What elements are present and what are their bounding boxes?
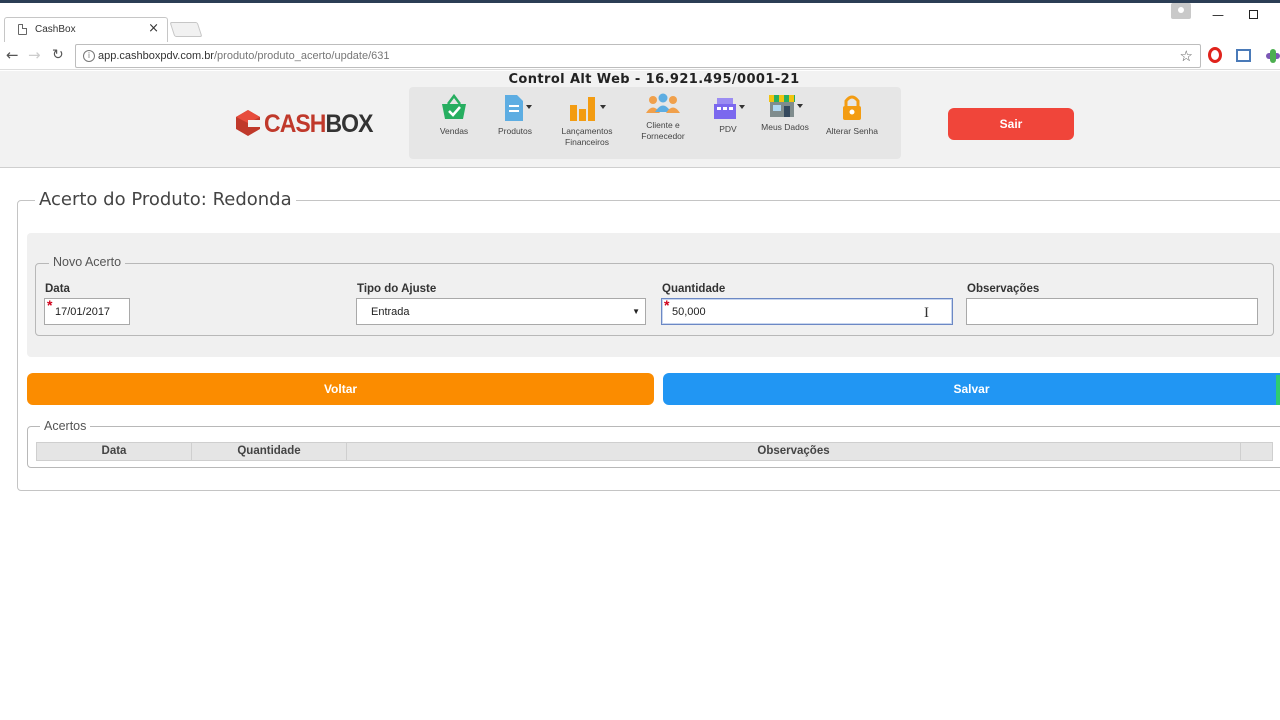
cash-register-icon: [714, 98, 745, 119]
quantidade-label: Quantidade: [662, 283, 726, 295]
padlock-icon: [843, 95, 861, 120]
data-input[interactable]: * 17/01/2017: [44, 298, 130, 325]
menu-label-cliente-fornecedor: Cliente e Fornecedor: [641, 120, 685, 141]
logout-button[interactable]: Sair: [948, 108, 1074, 140]
tab-close-icon[interactable]: ×: [148, 21, 159, 36]
info-icon[interactable]: i: [83, 50, 95, 62]
column-header-observacoes[interactable]: Observações: [347, 443, 1241, 460]
observacoes-input[interactable]: [966, 298, 1258, 325]
menu-item-vendas[interactable]: Vendas: [419, 93, 489, 155]
menu-item-cliente-fornecedor[interactable]: Cliente e Fornecedor: [628, 93, 698, 155]
url-host: app.cashboxpdv.com.br: [98, 50, 214, 62]
window-top-border: [0, 0, 1280, 3]
menu-label-lancamentos: Lançamentos Financeiros: [561, 126, 613, 147]
cashbox-logo[interactable]: CASHBOX: [234, 107, 374, 141]
salvar-button[interactable]: Salvar: [663, 373, 1280, 405]
logo-text: CASHBOX: [264, 110, 374, 139]
page-icon: [18, 24, 27, 35]
acertos-table-header: Data Quantidade Observações: [36, 442, 1273, 461]
dropdown-arrow-icon: ▼: [632, 307, 640, 316]
minimize-icon[interactable]: —: [1212, 8, 1224, 22]
people-icon: [646, 93, 680, 113]
browser-tabstrip: CashBox × —: [0, 0, 1280, 42]
browser-tab[interactable]: CashBox ×: [4, 17, 168, 42]
menu-item-meus-dados[interactable]: Meus Dados: [750, 93, 820, 155]
menu-item-produtos[interactable]: Produtos: [480, 93, 550, 155]
logo-text-cash: CASH: [264, 110, 326, 138]
novo-acerto-legend: Novo Acerto: [49, 255, 126, 269]
menu-label-meus-dados: Meus Dados: [761, 122, 809, 132]
acertos-legend: Acertos: [40, 419, 91, 433]
page-title: Acerto do Produto: Redonda: [35, 189, 296, 210]
logo-text-box: BOX: [325, 110, 373, 138]
basket-icon: [442, 93, 466, 119]
column-header-actions: [1241, 443, 1272, 460]
browser-toolbar: ← → ↻ i app.cashboxpdv.com.br/produto/pr…: [0, 42, 1280, 70]
store-icon: [769, 95, 803, 117]
data-label: Data: [45, 283, 70, 295]
menu-label-vendas: Vendas: [439, 126, 469, 136]
partial-button-edge[interactable]: [1276, 375, 1280, 405]
column-header-quantidade[interactable]: Quantidade: [192, 443, 347, 460]
text-cursor-icon: I: [924, 305, 929, 321]
new-tab-button[interactable]: [169, 22, 203, 37]
tipo-ajuste-select[interactable]: Entrada ▼: [356, 298, 646, 325]
quantidade-input-value: 50,000: [672, 306, 706, 318]
opera-extension-icon[interactable]: [1208, 47, 1222, 63]
app-header: Control Alt Web - 16.921.495/0001-21 CAS…: [0, 71, 1280, 168]
reload-icon[interactable]: ↻: [52, 46, 64, 64]
main-menu: Vendas Produtos Lançamentos Financeiros: [409, 87, 901, 159]
url-text: app.cashboxpdv.com.br/produto/produto_ac…: [98, 50, 390, 62]
menu-label-produtos: Produtos: [497, 126, 533, 136]
maximize-icon[interactable]: [1249, 10, 1258, 19]
user-profile-icon[interactable]: [1171, 3, 1191, 19]
bar-chart-icon: [570, 97, 606, 121]
column-header-data[interactable]: Data: [37, 443, 192, 460]
required-marker: *: [47, 297, 53, 313]
required-marker: *: [664, 297, 670, 313]
bookmark-star-icon[interactable]: ☆: [1180, 47, 1193, 65]
tab-title: CashBox: [35, 24, 76, 35]
observacoes-label: Observações: [967, 283, 1040, 295]
tipo-ajuste-label: Tipo do Ajuste: [357, 283, 437, 295]
url-path: /produto/produto_acerto/update/631: [213, 50, 390, 62]
back-arrow-icon[interactable]: ←: [6, 46, 19, 64]
extension-icon[interactable]: [1266, 49, 1280, 63]
menu-item-lancamentos[interactable]: Lançamentos Financeiros: [552, 93, 622, 155]
cast-extension-icon[interactable]: [1236, 49, 1251, 62]
cashbox-logo-icon: [236, 110, 261, 136]
quantidade-input[interactable]: * 50,000: [661, 298, 953, 325]
data-input-value: 17/01/2017: [55, 306, 111, 318]
document-icon: [505, 95, 532, 121]
menu-item-alterar-senha[interactable]: Alterar Senha: [817, 93, 887, 155]
menu-label-alterar-senha: Alterar Senha: [826, 126, 878, 136]
tipo-ajuste-selected-value: Entrada: [371, 306, 410, 318]
forward-arrow-icon[interactable]: →: [28, 46, 41, 64]
voltar-button[interactable]: Voltar: [27, 373, 654, 405]
address-bar[interactable]: i app.cashboxpdv.com.br/produto/produto_…: [75, 44, 1201, 68]
